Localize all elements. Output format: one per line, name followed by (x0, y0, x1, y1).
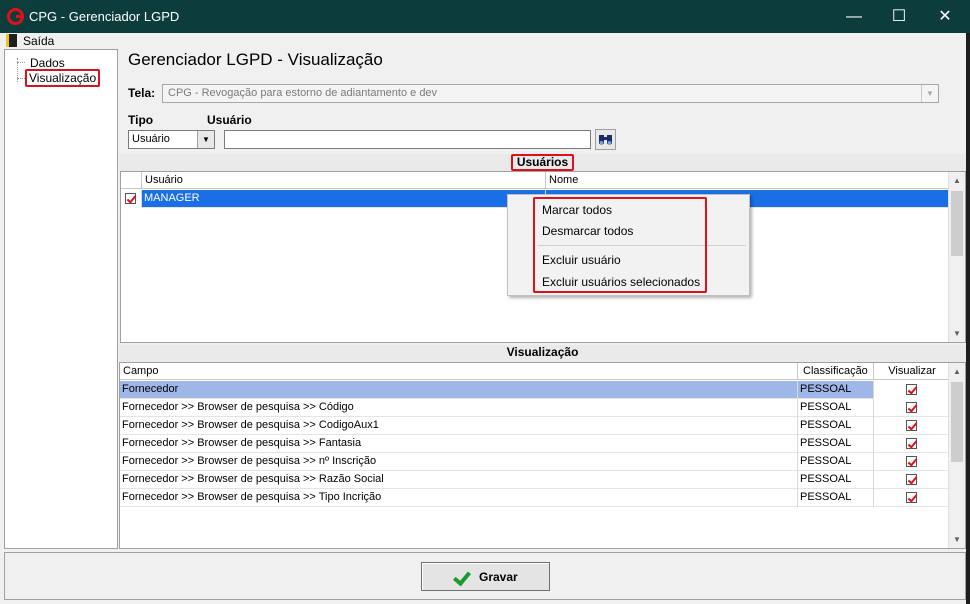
checkmark-icon (453, 567, 471, 587)
app-logo-icon (7, 8, 24, 25)
table-row[interactable]: Fornecedor >> Browser de pesquisa >> Cód… (120, 399, 950, 417)
visualizacao-section-title: Visualização (506, 345, 579, 359)
tree-connector (17, 78, 25, 79)
tela-select-value: CPG - Revogação para estorno de adiantam… (168, 87, 438, 99)
usuario-label: Usuário (207, 113, 252, 127)
close-button[interactable]: ✕ (922, 0, 968, 33)
scroll-down-icon[interactable]: ▼ (949, 531, 965, 548)
scroll-thumb[interactable] (951, 191, 963, 256)
title-bar: CPG - Gerenciador LGPD — ☐ ✕ (0, 0, 970, 33)
classificacao-cell: PESSOAL (798, 435, 874, 453)
visualizar-checkbox[interactable] (906, 456, 917, 467)
classificacao-cell: PESSOAL (798, 381, 874, 399)
campo-cell: Fornecedor >> Browser de pesquisa >> Cód… (120, 399, 798, 417)
tree-item-visualizacao[interactable]: Visualização (25, 69, 101, 87)
campo-cell: Fornecedor >> Browser de pesquisa >> nº … (120, 453, 798, 471)
tree-connector (17, 62, 25, 63)
tela-label: Tela: (128, 86, 156, 100)
classificacao-cell: PESSOAL (798, 489, 874, 507)
classificacao-cell: PESSOAL (798, 471, 874, 489)
users-scrollbar[interactable]: ▲ ▼ (948, 172, 965, 342)
classificacao-cell: PESSOAL (798, 399, 874, 417)
users-col-check (121, 172, 142, 189)
users-col-usuario[interactable]: Usuário (142, 172, 546, 189)
users-section-header: Usuários (119, 154, 966, 171)
scroll-up-icon[interactable]: ▲ (949, 172, 965, 189)
campo-cell: Fornecedor >> Browser de pesquisa >> Fan… (120, 435, 798, 453)
tipo-select-value: Usuário (132, 133, 170, 145)
table-row[interactable]: Fornecedor >> Browser de pesquisa >> Raz… (120, 471, 950, 489)
campo-cell: Fornecedor >> Browser de pesquisa >> Raz… (120, 471, 798, 489)
menu-bar: Saída (0, 33, 970, 49)
row-checkbox[interactable] (125, 193, 136, 204)
visualizar-cell[interactable] (874, 471, 950, 489)
table-row[interactable]: Fornecedor >> Browser de pesquisa >> Cod… (120, 417, 950, 435)
visualizacao-grid-header: Campo Classificação Visualizar (120, 363, 950, 380)
minimize-button[interactable]: — (831, 0, 877, 33)
page-title: Gerenciador LGPD - Visualização (128, 50, 383, 69)
users-col-nome[interactable]: Nome (546, 172, 950, 189)
save-button-label: Gravar (479, 570, 518, 584)
navigation-tree: Dados Visualização (4, 49, 118, 549)
classificacao-cell: PESSOAL (798, 453, 874, 471)
visualizar-checkbox[interactable] (906, 402, 917, 413)
context-menu-highlight (533, 197, 707, 293)
visualizar-cell[interactable] (874, 489, 950, 507)
tipo-label: Tipo (128, 113, 154, 127)
binoculars-icon (599, 135, 612, 145)
visualizar-checkbox[interactable] (906, 474, 917, 485)
col-visualizar[interactable]: Visualizar (874, 363, 950, 380)
search-button[interactable] (595, 129, 616, 150)
col-classificacao[interactable]: Classificação (798, 363, 874, 380)
save-button[interactable]: Gravar (421, 562, 550, 591)
row-checkbox-cell[interactable] (121, 190, 142, 208)
visualizar-cell[interactable] (874, 381, 950, 399)
tela-select[interactable]: CPG - Revogação para estorno de adiantam… (162, 84, 939, 103)
table-row[interactable]: Fornecedor >> Browser de pesquisa >> nº … (120, 453, 950, 471)
visualizar-cell[interactable] (874, 453, 950, 471)
exit-door-icon (6, 34, 17, 47)
table-row[interactable]: Fornecedor >> Browser de pesquisa >> Tip… (120, 489, 950, 507)
visualizar-checkbox[interactable] (906, 492, 917, 503)
campo-cell: Fornecedor >> Browser de pesquisa >> Cod… (120, 417, 798, 435)
visualizar-cell[interactable] (874, 417, 950, 435)
scroll-down-icon[interactable]: ▼ (949, 325, 965, 342)
scroll-up-icon[interactable]: ▲ (949, 363, 965, 380)
exit-label: Saída (23, 34, 55, 48)
chevron-down-icon[interactable]: ▼ (921, 85, 938, 102)
window-title: CPG - Gerenciador LGPD (29, 9, 180, 24)
classificacao-cell: PESSOAL (798, 417, 874, 435)
visualizar-cell[interactable] (874, 399, 950, 417)
user-cell: MANAGER (142, 190, 546, 208)
campo-cell: Fornecedor (120, 381, 798, 399)
table-row[interactable]: Fornecedor >> Browser de pesquisa >> Fan… (120, 435, 950, 453)
chevron-down-icon[interactable]: ▼ (197, 131, 214, 148)
visualizar-checkbox[interactable] (906, 384, 917, 395)
usuario-input[interactable] (224, 130, 591, 149)
col-campo[interactable]: Campo (120, 363, 798, 380)
scroll-thumb[interactable] (951, 382, 963, 462)
tipo-select[interactable]: Usuário ▼ (128, 130, 215, 149)
table-row[interactable]: Fornecedor PESSOAL (120, 381, 950, 399)
visualizar-cell[interactable] (874, 435, 950, 453)
campo-cell: Fornecedor >> Browser de pesquisa >> Tip… (120, 489, 798, 507)
users-section-title: Usuários (510, 154, 575, 171)
tree-item-dados[interactable]: Dados (28, 56, 67, 70)
visualizar-checkbox[interactable] (906, 438, 917, 449)
visualizacao-scrollbar[interactable]: ▲ ▼ (948, 363, 965, 548)
users-grid-header: Usuário Nome (121, 172, 950, 189)
visualizar-checkbox[interactable] (906, 420, 917, 431)
maximize-button[interactable]: ☐ (876, 0, 922, 33)
visualizacao-grid: Campo Classificação Visualizar Fornecedo… (119, 362, 966, 549)
visualizacao-section-header: Visualização (119, 345, 966, 362)
window-edge (966, 33, 970, 604)
